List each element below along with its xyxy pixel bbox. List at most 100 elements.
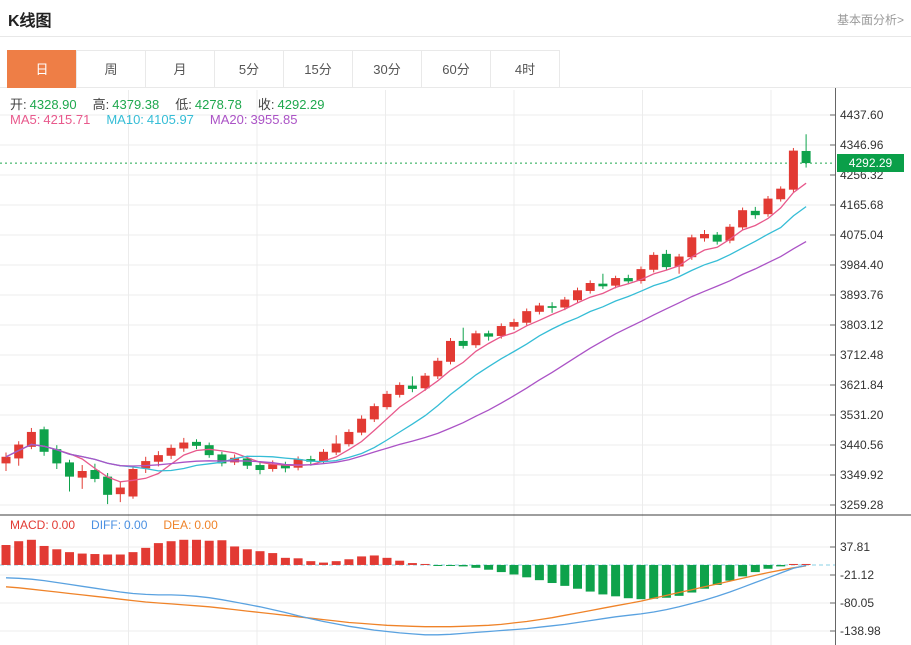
candle-body (357, 419, 366, 433)
candle-body (700, 234, 709, 238)
main-ytick-label: 3349.92 (840, 468, 884, 482)
tab-15分[interactable]: 15分 (283, 50, 353, 88)
readout-label: MA20: (210, 112, 248, 127)
macd-hist-bar (332, 561, 341, 565)
macd-hist-bar (713, 565, 722, 585)
macd-hist-bar (344, 559, 353, 565)
ma10-line (6, 207, 806, 471)
candle-body (294, 459, 303, 468)
candle-body (141, 461, 150, 468)
candle-body (764, 199, 773, 215)
macd-hist-bar (751, 565, 760, 572)
main-ytick-label: 3440.56 (840, 438, 884, 452)
candle-body (789, 151, 798, 190)
macd-ytick-label: -21.12 (840, 568, 874, 582)
header-divider (0, 36, 911, 37)
readout-item: 高:4379.38 (93, 97, 163, 112)
macd-hist-bar (408, 563, 417, 565)
candle-body (129, 469, 138, 496)
fundamental-analysis-link[interactable]: 基本面分析> (837, 11, 904, 28)
tab-5分[interactable]: 5分 (214, 50, 284, 88)
macd-hist-bar (370, 555, 379, 565)
macd-hist-bar (776, 565, 785, 566)
macd-hist-bar (649, 565, 658, 599)
readout-item: 开:4328.90 (10, 97, 80, 112)
macd-hist-bar (535, 565, 544, 580)
macd-hist-bar (2, 545, 11, 565)
candle-body (192, 442, 201, 446)
readout-value: 4379.38 (112, 97, 159, 112)
macd-hist-bar (383, 558, 392, 565)
main-ytick-label: 3531.20 (840, 408, 884, 422)
tab-月[interactable]: 月 (145, 50, 215, 88)
readout-item: MA5:4215.71 (10, 112, 93, 127)
macd-hist-bar (306, 561, 315, 565)
main-ytick-label: 3621.84 (840, 378, 884, 392)
candle-body (560, 300, 569, 308)
macd-hist-bar (40, 546, 49, 565)
tab-4时[interactable]: 4时 (490, 50, 560, 88)
candle-body (751, 211, 760, 215)
macd-hist-bar (217, 540, 226, 565)
candle-body (332, 444, 341, 453)
main-ytick-label: 4437.60 (840, 108, 884, 122)
macd-hist-bar (764, 565, 773, 569)
ma20-line (6, 242, 806, 466)
candle-body (675, 257, 684, 267)
candle-body (90, 470, 99, 479)
readout-label: DEA: (163, 518, 191, 532)
macd-hist-bar (421, 564, 430, 565)
readout-label: 高: (93, 97, 110, 112)
macd-hist-bar (294, 558, 303, 565)
main-ytick-label: 3803.12 (840, 318, 884, 332)
macd-hist-bar (179, 540, 188, 565)
readout-value: 4328.90 (30, 97, 77, 112)
candle-body (2, 457, 11, 464)
tab-周[interactable]: 周 (76, 50, 146, 88)
main-ytick-label: 3984.40 (840, 258, 884, 272)
main-ytick-label: 4346.96 (840, 138, 884, 152)
macd-hist-bar (738, 565, 747, 576)
main-ytick-label: 4075.04 (840, 228, 884, 242)
tab-日[interactable]: 日 (7, 50, 77, 88)
candle-body (65, 462, 74, 476)
macd-hist-bar (154, 543, 163, 565)
macd-hist-bar (357, 556, 366, 565)
ma-readout: MA5:4215.71 MA10:4105.97 MA20:3955.85 (10, 112, 314, 127)
readout-label: 低: (175, 97, 192, 112)
candle-body (40, 429, 49, 452)
macd-hist-bar (141, 548, 150, 565)
macd-hist-bar (243, 549, 252, 565)
macd-hist-bar (129, 552, 138, 565)
macd-hist-bar (395, 561, 404, 565)
macd-ytick-label: -138.98 (840, 624, 881, 638)
macd-hist-bar (446, 565, 455, 566)
readout-item: MA20:3955.85 (210, 112, 301, 127)
readout-item: MA10:4105.97 (106, 112, 197, 127)
candle-body (510, 322, 519, 327)
candle-body (103, 477, 112, 495)
ohlc-readout: 开:4328.90高:4379.38低:4278.78收:4292.29 (10, 94, 341, 113)
ma5-line (6, 183, 806, 482)
candle-body (167, 448, 176, 456)
candle-body (484, 333, 493, 336)
kline-chart-canvas[interactable]: 4437.604346.964256.324165.684075.043984.… (0, 88, 911, 645)
readout-value: 3955.85 (251, 112, 298, 127)
tab-60分[interactable]: 60分 (421, 50, 491, 88)
macd-hist-bar (319, 563, 328, 565)
candle-body (78, 471, 87, 478)
macd-hist-bar (802, 564, 811, 565)
macd-hist-bar (611, 565, 620, 596)
macd-hist-bar (598, 565, 607, 594)
candle-body (459, 341, 468, 346)
kline-page: { "header": { "title": "K线图", "link": "基… (0, 0, 911, 645)
macd-hist-bar (27, 540, 36, 565)
readout-value: 4292.29 (278, 97, 325, 112)
macd-hist-bar (205, 541, 214, 565)
macd-readout: MACD:0.00DIFF:0.00DEA:0.00 (10, 518, 234, 532)
tab-30分[interactable]: 30分 (352, 50, 422, 88)
candle-body (446, 341, 455, 362)
readout-value: 0.00 (194, 518, 217, 532)
macd-hist-bar (268, 553, 277, 565)
candle-body (586, 283, 595, 291)
